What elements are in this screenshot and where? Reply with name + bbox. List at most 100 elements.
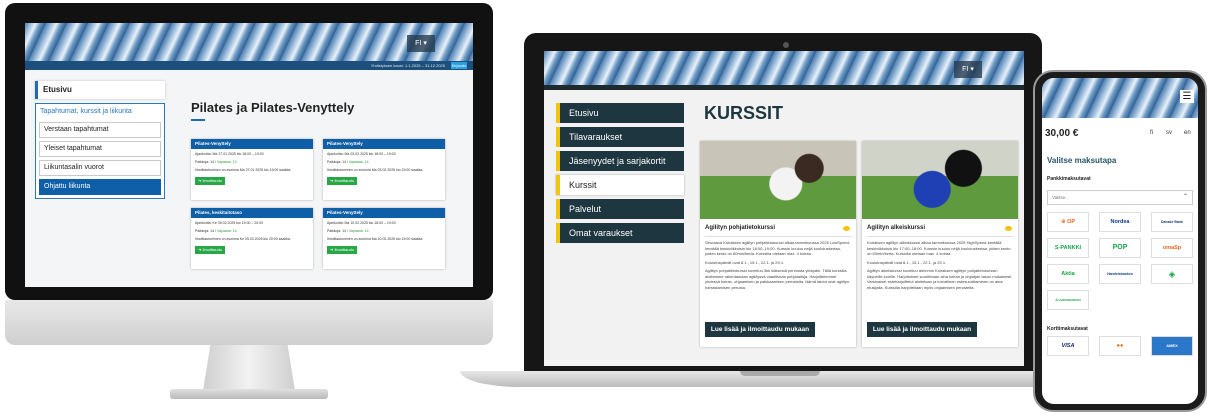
sidebar: Etusivu Tapahtumat, kurssit ja liikunta … bbox=[35, 81, 165, 199]
bank-handelsbanken[interactable]: Handelsbanken bbox=[1099, 264, 1141, 284]
event-deadline: Ilmoittautuminen on avoinna Ke 05.02.202… bbox=[195, 237, 291, 241]
bank-op[interactable]: ⊕ OP bbox=[1047, 212, 1089, 232]
info-bar: Yhdistyksen kausi: 1.1.2025 – 31.12.2025 bbox=[25, 61, 473, 70]
seats-label: Paikkoja: 14 / bbox=[327, 160, 349, 164]
event-time: Ajankohta: Ke 05.02.2025 klo 19:00 – 20:… bbox=[195, 221, 264, 225]
seats-free: Vapaana: 14 bbox=[216, 229, 237, 233]
bank-danske[interactable]: Danske Bank bbox=[1151, 212, 1193, 232]
event-card-title: Pilates-Venyttely bbox=[191, 139, 313, 149]
language-selector[interactable]: FI ▾ bbox=[954, 61, 982, 78]
read-more-button[interactable]: Lue lisää ja ilmoittaudu mukaan bbox=[867, 322, 977, 337]
camera-icon bbox=[783, 42, 789, 48]
laptop-notch bbox=[740, 371, 820, 376]
lang-sv[interactable]: sv bbox=[1166, 130, 1172, 136]
sidebar-section-title[interactable]: Tapahtumat, kurssit ja liikunta bbox=[39, 106, 161, 119]
seats-label: Paikkoja: 14 / bbox=[327, 229, 349, 233]
course-description: Koiraksen agilityn alkeiskurssi alkaa ta… bbox=[867, 240, 1011, 256]
read-more-button[interactable]: Lue lisää ja ilmoittaudu mukaan bbox=[705, 322, 815, 337]
bank-alandsbanken[interactable]: ÅLANDSBANKEN bbox=[1047, 290, 1089, 310]
header-banner bbox=[1042, 78, 1198, 118]
event-deadline: Ilmoittautuminen on avoinna Ma 03.02.202… bbox=[327, 168, 424, 172]
nav-item-omat-varaukset[interactable]: Omat varaukset bbox=[556, 223, 684, 243]
event-card: Pilates-Venyttely Ajankohta: Ma 27.01.20… bbox=[191, 139, 313, 200]
course-image bbox=[862, 141, 1018, 219]
course-title: Agilityn pohjatietokurssi bbox=[705, 225, 776, 231]
event-deadline: Ilmoittautuminen on avoinna Ma 10.02.202… bbox=[327, 237, 424, 241]
seats-label: Paikkoja: 14 / bbox=[195, 160, 217, 164]
register-button[interactable]: ➔ Ilmoittaudu bbox=[327, 177, 357, 185]
sidebar-section: Tapahtumat, kurssit ja liikunta Verstaan… bbox=[35, 103, 165, 199]
event-card-title: Pilates, keskitaitotaso bbox=[191, 208, 313, 218]
register-button[interactable]: ➔ Ilmoittaudu bbox=[195, 246, 225, 254]
bank-pop[interactable]: POP bbox=[1099, 238, 1141, 258]
nav-item-jasenyydet[interactable]: Jäsenyydet ja sarjakortit bbox=[556, 151, 684, 171]
nav-item-palvelut[interactable]: Palvelut bbox=[556, 199, 684, 219]
bank-aktia[interactable]: Aktia bbox=[1047, 264, 1089, 284]
header-banner bbox=[25, 23, 473, 61]
imac-device: FI ▾ Yhdistyksen kausi: 1.1.2025 – 31.12… bbox=[5, 3, 493, 409]
bank-section-title: Pankkimaksutavat bbox=[1047, 176, 1091, 182]
sidebar-item-liikuntasali[interactable]: Liikuntasalin vuorot bbox=[39, 160, 161, 176]
imac-stand bbox=[203, 345, 295, 391]
card-mastercard-icon[interactable]: ●● bbox=[1099, 336, 1141, 356]
nav-item-etusivu[interactable]: Etusivu bbox=[556, 103, 684, 123]
event-seats: Paikkoja: 14 / Vapaana: 14 bbox=[323, 157, 445, 165]
header-banner bbox=[544, 51, 1024, 85]
laptop-screen: FI ▾ Etusivu Tilavaraukset Jäsenyydet ja… bbox=[544, 51, 1024, 366]
lang-en[interactable]: en bbox=[1184, 130, 1191, 136]
sidebar-item-verstaan[interactable]: Verstaan tapahtumat bbox=[39, 122, 161, 138]
event-card-title: Pilates-Venyttely bbox=[323, 139, 445, 149]
course-dates: Koulutuspäivät ovat 8.1., 15.1., 22.1. j… bbox=[705, 259, 785, 265]
card-section-title: Korttimaksutavat bbox=[1047, 326, 1088, 332]
sidebar-item-home[interactable]: Etusivu bbox=[35, 81, 165, 99]
event-seats: Paikkoja: 14 / Vapaana: 13 bbox=[191, 157, 313, 165]
lang-fi[interactable]: fi bbox=[1150, 130, 1153, 136]
status-dot-icon bbox=[843, 226, 850, 231]
course-description: Seuraava Koiraksen agilityn pohjatietoku… bbox=[705, 240, 851, 256]
payment-title: Valitse maksutapa bbox=[1047, 156, 1117, 165]
course-card: Agilityn pohjatietokurssi Seuraava Koira… bbox=[700, 141, 856, 347]
seats-free: Vapaana: 14 bbox=[348, 229, 369, 233]
bank-omasp[interactable]: omaSp bbox=[1151, 238, 1193, 258]
bank-select-placeholder: Valitse... bbox=[1052, 195, 1069, 200]
title-underline bbox=[191, 119, 205, 121]
phone-screen: ☰ 30,00 € fi sv en Valitse maksutapa Pan… bbox=[1042, 78, 1198, 404]
page-title: KURSSIT bbox=[704, 103, 784, 123]
event-card: Pilates-Venyttely Ajankohta: Ma 10.02.20… bbox=[323, 208, 445, 269]
event-card: Pilates, keskitaitotaso Ajankohta: Ke 05… bbox=[191, 208, 313, 269]
event-time: Ajankohta: Ma 03.02.2025 klo 18:00 – 19:… bbox=[327, 152, 396, 156]
hamburger-menu-icon[interactable]: ☰ bbox=[1180, 90, 1194, 103]
course-dates: Koulutuspäivät ovat 8.1., 15.1., 22.1. j… bbox=[867, 259, 947, 265]
course-details: Agilityn pohjatietokurssi soveltuu 3kk i… bbox=[705, 268, 850, 290]
seats-label: Paikkoja: 14 / bbox=[195, 229, 217, 233]
event-seats: Paikkoja: 14 / Vapaana: 14 bbox=[191, 226, 313, 234]
event-time: Ajankohta: Ma 27.01.2025 klo 18:00 – 19:… bbox=[195, 152, 264, 156]
chevron-up-icon: ⌃ bbox=[1182, 194, 1188, 200]
header-subbar bbox=[544, 85, 1024, 90]
laptop-device: FI ▾ Etusivu Tilavaraukset Jäsenyydet ja… bbox=[460, 33, 1100, 416]
bank-nordea[interactable]: Nordea bbox=[1099, 212, 1141, 232]
language-selector[interactable]: FI ▾ bbox=[407, 35, 435, 52]
card-visa[interactable]: VISA bbox=[1047, 336, 1089, 356]
course-card: Agilityn alkeiskurssi Koiraksen agilityn… bbox=[862, 141, 1018, 347]
status-dot-icon bbox=[1005, 226, 1012, 231]
event-card: Pilates-Venyttely Ajankohta: Ma 03.02.20… bbox=[323, 139, 445, 200]
card-amex[interactable]: AMEX bbox=[1151, 336, 1193, 356]
bank-select[interactable]: Valitse... ⌃ bbox=[1047, 190, 1193, 205]
nav-item-kurssit[interactable]: Kurssit bbox=[556, 175, 684, 195]
seats-free: Vapaana: 13 bbox=[216, 160, 237, 164]
event-card-title: Pilates-Venyttely bbox=[323, 208, 445, 218]
imac-screen: FI ▾ Yhdistyksen kausi: 1.1.2025 – 31.12… bbox=[25, 23, 473, 287]
event-seats: Paikkoja: 14 / Vapaana: 14 bbox=[323, 226, 445, 234]
bank-s-pankki[interactable]: S-PANKKI bbox=[1047, 238, 1089, 258]
sidebar-item-ohjattu[interactable]: Ohjattu liikunta bbox=[39, 179, 161, 195]
event-time: Ajankohta: Ma 10.02.2025 klo 18:00 – 19:… bbox=[327, 221, 396, 225]
register-button[interactable]: ➔ Ilmoittaudu bbox=[327, 246, 357, 254]
course-details: Agilityn alkeiskurssi soveltuu aiemmin K… bbox=[867, 268, 1013, 290]
payment-amount: 30,00 € bbox=[1045, 128, 1079, 139]
bank-saastopankki-icon[interactable]: ◈ bbox=[1151, 264, 1193, 284]
nav-item-tilavaraukset[interactable]: Tilavaraukset bbox=[556, 127, 684, 147]
sidebar-item-yleiset[interactable]: Yleiset tapahtumat bbox=[39, 141, 161, 157]
imac-stand-foot bbox=[170, 389, 328, 399]
register-button[interactable]: ➔ Ilmoittaudu bbox=[195, 177, 225, 185]
